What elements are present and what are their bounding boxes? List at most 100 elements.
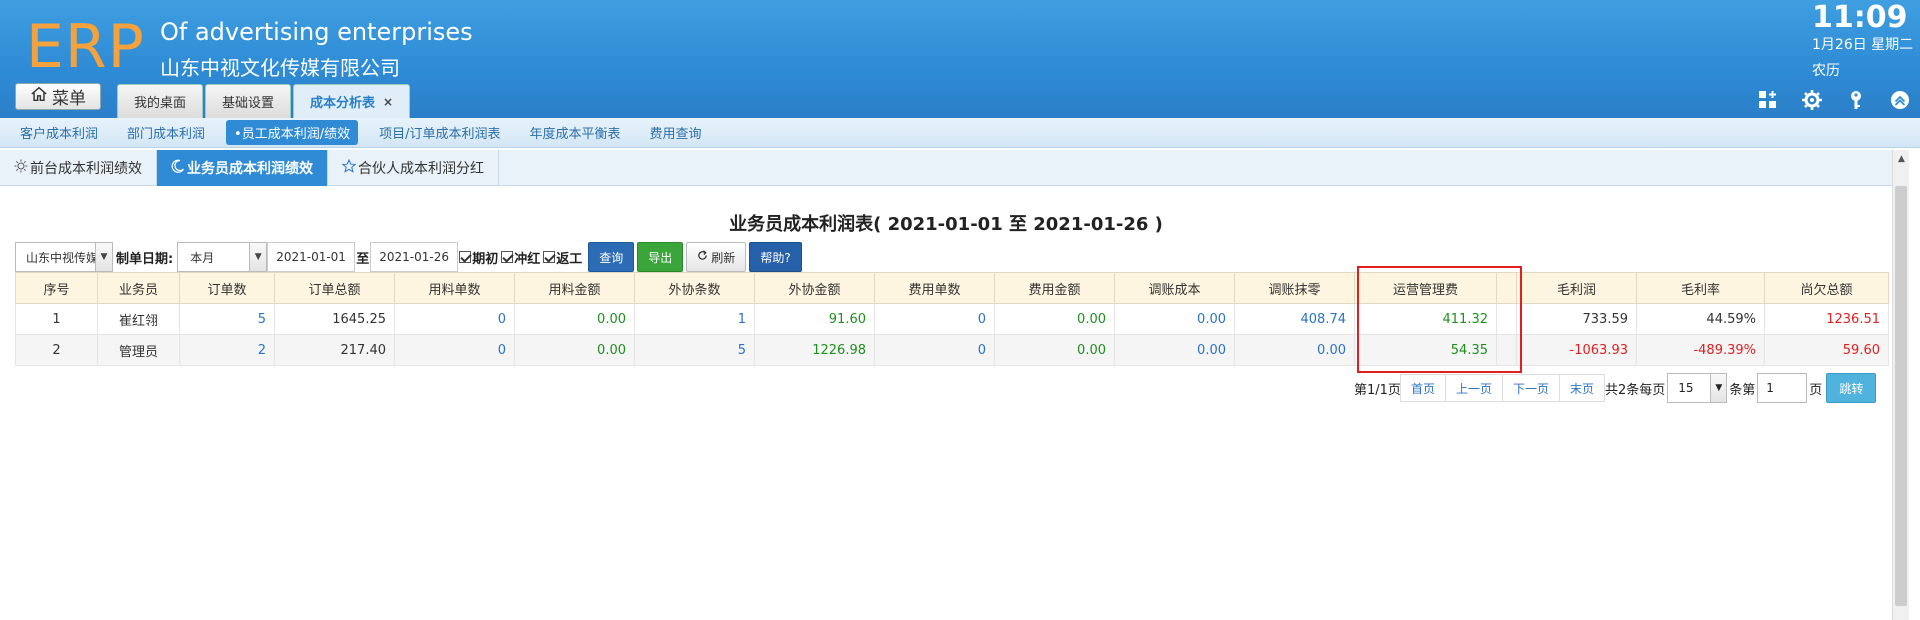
tab-front-desk-performance[interactable]: 前台成本利润绩效 xyxy=(0,150,157,186)
go-to-page-button[interactable]: 跳转 xyxy=(1826,373,1877,403)
sun-icon xyxy=(14,159,28,177)
help-button[interactable]: 帮助? xyxy=(749,242,802,272)
filter-bar: 山东中视传媒 ▼ 制单日期: 本月 ▼ 2021-01-01 至 2021-01… xyxy=(15,241,802,273)
clock-date: 1月26日 星期二 xyxy=(1812,37,1914,53)
refresh-button[interactable]: 刷新 xyxy=(686,242,747,272)
period-select[interactable]: 本月 ▼ xyxy=(177,242,268,272)
chevron-down-icon: ▼ xyxy=(249,243,267,271)
page-size-select[interactable]: 15 ▼ xyxy=(1667,373,1728,403)
table-cell: 1226.98 xyxy=(754,334,875,366)
checkbox-label: 冲红 xyxy=(514,251,541,267)
scroll-thumb[interactable] xyxy=(1895,186,1907,606)
table-cell: 0.00 xyxy=(1114,303,1235,335)
grid-plus-icon[interactable] xyxy=(1756,88,1780,112)
table-cell: 217.40 xyxy=(274,334,395,366)
column-header[interactable]: 调账成本 xyxy=(1114,272,1235,304)
refresh-button-label: 刷新 xyxy=(711,250,736,265)
opening-checkbox[interactable]: 期初 xyxy=(459,248,498,267)
export-button[interactable]: 导出 xyxy=(637,242,684,272)
column-header[interactable]: 运营管理费 xyxy=(1354,272,1497,304)
table-cell-link[interactable]: 5 xyxy=(634,334,755,366)
prev-page-button[interactable]: 上一页 xyxy=(1444,374,1503,402)
column-header[interactable]: 外协金额 xyxy=(754,272,875,304)
tab-label: 成本分析表 xyxy=(310,96,376,111)
company-name-en: Of advertising enterprises xyxy=(160,18,473,46)
reverse-checkbox[interactable]: 冲红 xyxy=(501,248,540,267)
page-size-value: 15 xyxy=(1678,381,1694,395)
page-number-input[interactable]: 1 xyxy=(1757,373,1808,403)
table-cell-link[interactable]: 0 xyxy=(874,303,995,335)
table-cell: 崔红翎 xyxy=(97,303,180,335)
subnav-customer-cost-profit[interactable]: 客户成本利润 xyxy=(12,120,106,145)
sub-nav: 客户成本利润 部门成本利润 •员工成本利润/绩效 项目/订单成本利润表 年度成本… xyxy=(0,118,1920,148)
query-button[interactable]: 查询 xyxy=(588,242,635,272)
key-icon[interactable] xyxy=(1844,88,1868,112)
column-header[interactable]: 序号 xyxy=(15,272,98,304)
column-header[interactable]: 用料金额 xyxy=(514,272,635,304)
subnav-expense-query[interactable]: 费用查询 xyxy=(642,120,710,145)
chevron-down-icon: ▼ xyxy=(1710,374,1727,402)
menu-button-label: 菜单 xyxy=(52,89,86,109)
subnav-annual-cost-balance[interactable]: 年度成本平衡表 xyxy=(521,120,628,145)
vertical-scrollbar[interactable]: ▲ xyxy=(1892,150,1909,620)
tab-label: 基础设置 xyxy=(222,96,275,111)
subnav-department-cost-profit[interactable]: 部门成本利润 xyxy=(119,120,213,145)
tab-label: 业务员成本利润绩效 xyxy=(187,161,313,177)
table-cell-link[interactable]: 1 xyxy=(634,303,755,335)
scroll-up-arrow-icon[interactable]: ▲ xyxy=(1893,150,1910,167)
table-cell-link[interactable]: 0 xyxy=(394,303,515,335)
tab-my-desktop[interactable]: 我的桌面 xyxy=(117,84,204,118)
tab-basic-settings[interactable]: 基础设置 xyxy=(205,84,292,118)
table-cell: 408.74 xyxy=(1234,303,1355,335)
table-cell-link[interactable]: 0 xyxy=(874,334,995,366)
tab-cost-analysis[interactable]: 成本分析表 × xyxy=(293,84,411,118)
tab-label: 我的桌面 xyxy=(134,96,187,111)
column-header[interactable]: 用料单数 xyxy=(394,272,515,304)
column-header[interactable]: 外协条数 xyxy=(634,272,755,304)
tab-salesperson-performance[interactable]: 业务员成本利润绩效 xyxy=(157,150,328,186)
column-header[interactable]: 尚欠总额 xyxy=(1764,272,1889,304)
gear-icon[interactable] xyxy=(1800,88,1824,112)
period-select-value: 本月 xyxy=(190,250,215,265)
total-records-label: 共2条每页 xyxy=(1605,382,1666,398)
tab-partner-dividend[interactable]: 合伙人成本利润分红 xyxy=(328,150,499,186)
column-header[interactable]: 调账抹零 xyxy=(1234,272,1355,304)
rework-checkbox[interactable]: 返工 xyxy=(543,248,582,267)
table-cell: 0.00 xyxy=(994,334,1115,366)
star-icon xyxy=(341,158,357,177)
close-icon[interactable]: × xyxy=(383,95,393,109)
subnav-employee-cost-profit[interactable]: •员工成本利润/绩效 xyxy=(226,120,359,145)
page-unit-label: 条第 xyxy=(1729,382,1756,398)
company-select[interactable]: 山东中视传媒 ▼ xyxy=(15,242,113,272)
collapse-up-icon[interactable] xyxy=(1888,88,1912,112)
column-header[interactable]: 费用金额 xyxy=(994,272,1115,304)
page-info: 第1/1页 xyxy=(1354,382,1401,398)
table-cell-link[interactable]: 2 xyxy=(179,334,275,366)
logo: ERP xyxy=(26,12,145,82)
column-header[interactable]: 毛利率 xyxy=(1636,272,1765,304)
report-title: 业务员成本利润表( 2021-01-01 至 2021-01-26 ) xyxy=(729,214,1163,235)
table-row[interactable]: 1 崔红翎 5 1645.25 0 0.00 1 91.60 0 0.00 0.… xyxy=(15,303,1889,335)
page-suffix-label: 页 xyxy=(1809,382,1823,398)
column-header[interactable]: 毛利润 xyxy=(1516,272,1637,304)
column-header[interactable]: 费用单数 xyxy=(874,272,995,304)
menu-button[interactable]: 菜单 xyxy=(15,83,101,110)
column-header[interactable]: 订单总额 xyxy=(274,272,395,304)
table-cell-link[interactable]: 5 xyxy=(179,303,275,335)
lunar-calendar-link[interactable]: 农历 xyxy=(1812,60,1840,80)
table-cell: 0.00 xyxy=(514,334,635,366)
pagination: 第1/1页 首页 上一页 下一页 末页 共2条每页 15 ▼ 条第 1 页 跳转 xyxy=(1354,373,1877,403)
date-from-input[interactable]: 2021-01-01 xyxy=(267,242,356,272)
table-cell-link[interactable]: 0 xyxy=(394,334,515,366)
column-header[interactable]: 订单数 xyxy=(179,272,275,304)
date-to-input[interactable]: 2021-01-26 xyxy=(370,242,459,272)
column-header[interactable]: 业务员 xyxy=(97,272,180,304)
subnav-project-order-cost-profit[interactable]: 项目/订单成本利润表 xyxy=(371,120,508,145)
table-cell: 2 xyxy=(15,334,98,366)
table-cell xyxy=(1496,303,1517,335)
next-page-button[interactable]: 下一页 xyxy=(1501,374,1560,402)
first-page-button[interactable]: 首页 xyxy=(1399,374,1446,402)
report-tab-bar: 前台成本利润绩效 业务员成本利润绩效 合伙人成本利润分红 xyxy=(0,150,1892,186)
last-page-button[interactable]: 末页 xyxy=(1558,374,1605,402)
table-row[interactable]: 2 管理员 2 217.40 0 0.00 5 1226.98 0 0.00 0… xyxy=(15,334,1889,366)
